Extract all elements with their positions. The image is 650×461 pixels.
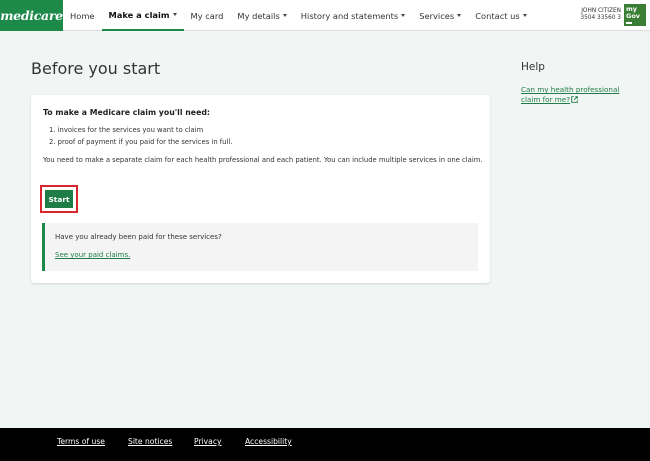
user-name: JOHN CITIZEN <box>581 8 621 14</box>
nav-home[interactable]: Home <box>63 0 102 31</box>
nav-contact-us[interactable]: Contact us <box>468 0 534 31</box>
main-nav: Home Make a claim My card My details His… <box>63 0 534 31</box>
nav-make-a-claim[interactable]: Make a claim <box>101 0 184 31</box>
footer-link-privacy[interactable]: Privacy <box>194 437 222 446</box>
start-button[interactable]: Start <box>45 190 73 208</box>
see-paid-claims-link[interactable]: See your paid claims. <box>55 251 130 259</box>
medicare-logo[interactable]: medicare <box>0 0 63 31</box>
chevron-down-icon <box>457 14 462 17</box>
claim-info-card: To make a Medicare claim you'll need: 1.… <box>31 95 490 283</box>
callout-question: Have you already been paid for these ser… <box>55 233 222 241</box>
footer-link-site-notices[interactable]: Site notices <box>128 437 172 446</box>
nav-services[interactable]: Services <box>412 0 468 31</box>
requirements-list: 1. invoices for the services you want to… <box>49 124 232 148</box>
list-item: 1. invoices for the services you want to… <box>49 126 204 134</box>
external-link-icon <box>571 96 578 103</box>
mygov-logo[interactable]: my Gov <box>624 4 646 26</box>
card-heading: To make a Medicare claim you'll need: <box>43 108 211 117</box>
chevron-down-icon <box>522 14 527 17</box>
chevron-down-icon <box>172 13 177 16</box>
paid-claims-callout: Have you already been paid for these ser… <box>42 223 478 271</box>
logo-text: medicare <box>0 8 63 23</box>
top-bar: medicare Home Make a claim My card My de… <box>0 0 650 31</box>
chevron-down-icon <box>401 14 406 17</box>
list-item: 2. proof of payment if you paid for the … <box>49 138 233 146</box>
page-title: Before you start <box>31 59 161 78</box>
help-heading: Help <box>521 61 545 73</box>
mygov-logo-bar <box>626 22 632 24</box>
chevron-down-icon <box>282 14 287 17</box>
footer-link-accessibility[interactable]: Accessibility <box>245 437 292 446</box>
user-number: 3504 33560 3 <box>580 15 621 21</box>
nav-history-and-statements[interactable]: History and statements <box>294 0 412 31</box>
user-info[interactable]: JOHN CITIZEN 3504 33560 3 <box>580 8 621 22</box>
footer-link-terms[interactable]: Terms of use <box>57 437 105 446</box>
help-link-professional-claim[interactable]: Can my health professional claim for me? <box>521 85 641 105</box>
start-button-highlight: Start <box>40 185 78 213</box>
separate-claim-note: You need to make a separate claim for ea… <box>43 156 483 164</box>
footer: Terms of use Site notices Privacy Access… <box>0 428 650 461</box>
nav-my-details[interactable]: My details <box>230 0 293 31</box>
nav-my-card[interactable]: My card <box>184 0 231 31</box>
